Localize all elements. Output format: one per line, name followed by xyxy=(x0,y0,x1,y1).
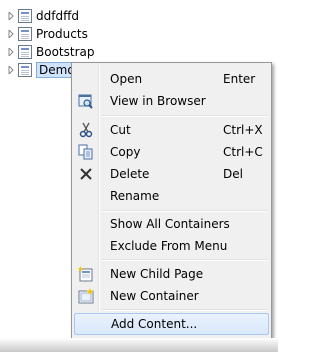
scissors-icon xyxy=(74,119,98,141)
menu-item-copy[interactable]: Copy Ctrl+C xyxy=(74,141,269,163)
context-menu: Open Enter View in Browser Cut Ctrl+X Co… xyxy=(71,62,272,339)
new-page-icon xyxy=(74,263,98,285)
expand-arrow-icon[interactable] xyxy=(6,29,16,39)
add-content-icon xyxy=(75,313,99,335)
menu-item-new-child-page[interactable]: New Child Page xyxy=(74,263,269,285)
menu-item-label: New Child Page xyxy=(110,267,204,281)
menu-item-new-container[interactable]: New Container xyxy=(74,285,269,307)
bottom-fade xyxy=(0,338,278,352)
menu-item-rename[interactable]: Rename xyxy=(74,185,269,207)
menu-item-exclude-from-menu[interactable]: Exclude From Menu xyxy=(74,235,269,257)
delete-x-icon xyxy=(74,163,98,185)
menu-item-shortcut: Enter xyxy=(223,72,256,86)
menu-item-shortcut: Ctrl+X xyxy=(223,123,263,137)
menu-item-label: Cut xyxy=(110,123,131,137)
menu-item-delete[interactable]: Delete Del xyxy=(74,163,269,185)
menu-item-view-in-browser[interactable]: View in Browser xyxy=(74,90,269,112)
open-icon xyxy=(74,68,98,90)
copy-icon xyxy=(74,141,98,163)
screenshot-stage: ddfdffd Products Bootstrap Demo Open Ent… xyxy=(0,0,278,352)
menu-item-label: Exclude From Menu xyxy=(110,239,228,253)
tree-item-label: Bootstrap xyxy=(36,44,95,59)
menu-separator xyxy=(102,210,267,212)
page-icon xyxy=(18,26,32,41)
menu-item-label: New Container xyxy=(110,289,199,303)
menu-item-label: Show All Containers xyxy=(110,217,230,231)
menu-separator xyxy=(102,259,267,261)
exclude-icon xyxy=(74,235,98,257)
tree-item-bootstrap[interactable]: Bootstrap xyxy=(6,43,94,60)
menu-item-shortcut: Ctrl+C xyxy=(223,145,263,159)
menu-item-label: Open xyxy=(110,72,143,86)
expand-arrow-icon[interactable] xyxy=(6,11,16,21)
new-container-icon xyxy=(74,285,98,307)
page-icon xyxy=(18,44,32,59)
menu-item-show-all-containers[interactable]: Show All Containers xyxy=(74,213,269,235)
menu-item-label: Copy xyxy=(110,145,141,159)
menu-item-add-content[interactable]: Add Content... xyxy=(74,313,269,335)
rename-icon xyxy=(74,185,98,207)
expand-arrow-icon[interactable] xyxy=(6,65,16,75)
menu-item-open[interactable]: Open Enter xyxy=(74,68,269,90)
menu-separator xyxy=(102,309,267,311)
page-icon xyxy=(18,62,32,77)
show-containers-icon xyxy=(74,213,98,235)
expand-arrow-icon[interactable] xyxy=(6,47,16,57)
menu-item-label: Add Content... xyxy=(111,317,198,331)
menu-item-cut[interactable]: Cut Ctrl+X xyxy=(74,119,269,141)
page-icon xyxy=(18,8,32,23)
menu-item-shortcut: Del xyxy=(223,167,243,181)
menu-separator xyxy=(102,115,267,117)
magnifier-browser-icon xyxy=(74,90,98,112)
menu-item-label: Delete xyxy=(110,167,150,181)
tree-item-label: ddfdffd xyxy=(36,8,79,23)
tree-item-label: Products xyxy=(36,26,88,41)
tree-item-products[interactable]: Products xyxy=(6,25,88,42)
menu-item-label: Rename xyxy=(110,189,160,203)
menu-item-label: View in Browser xyxy=(110,94,206,108)
tree-item-ddfdffd[interactable]: ddfdffd xyxy=(6,7,79,24)
